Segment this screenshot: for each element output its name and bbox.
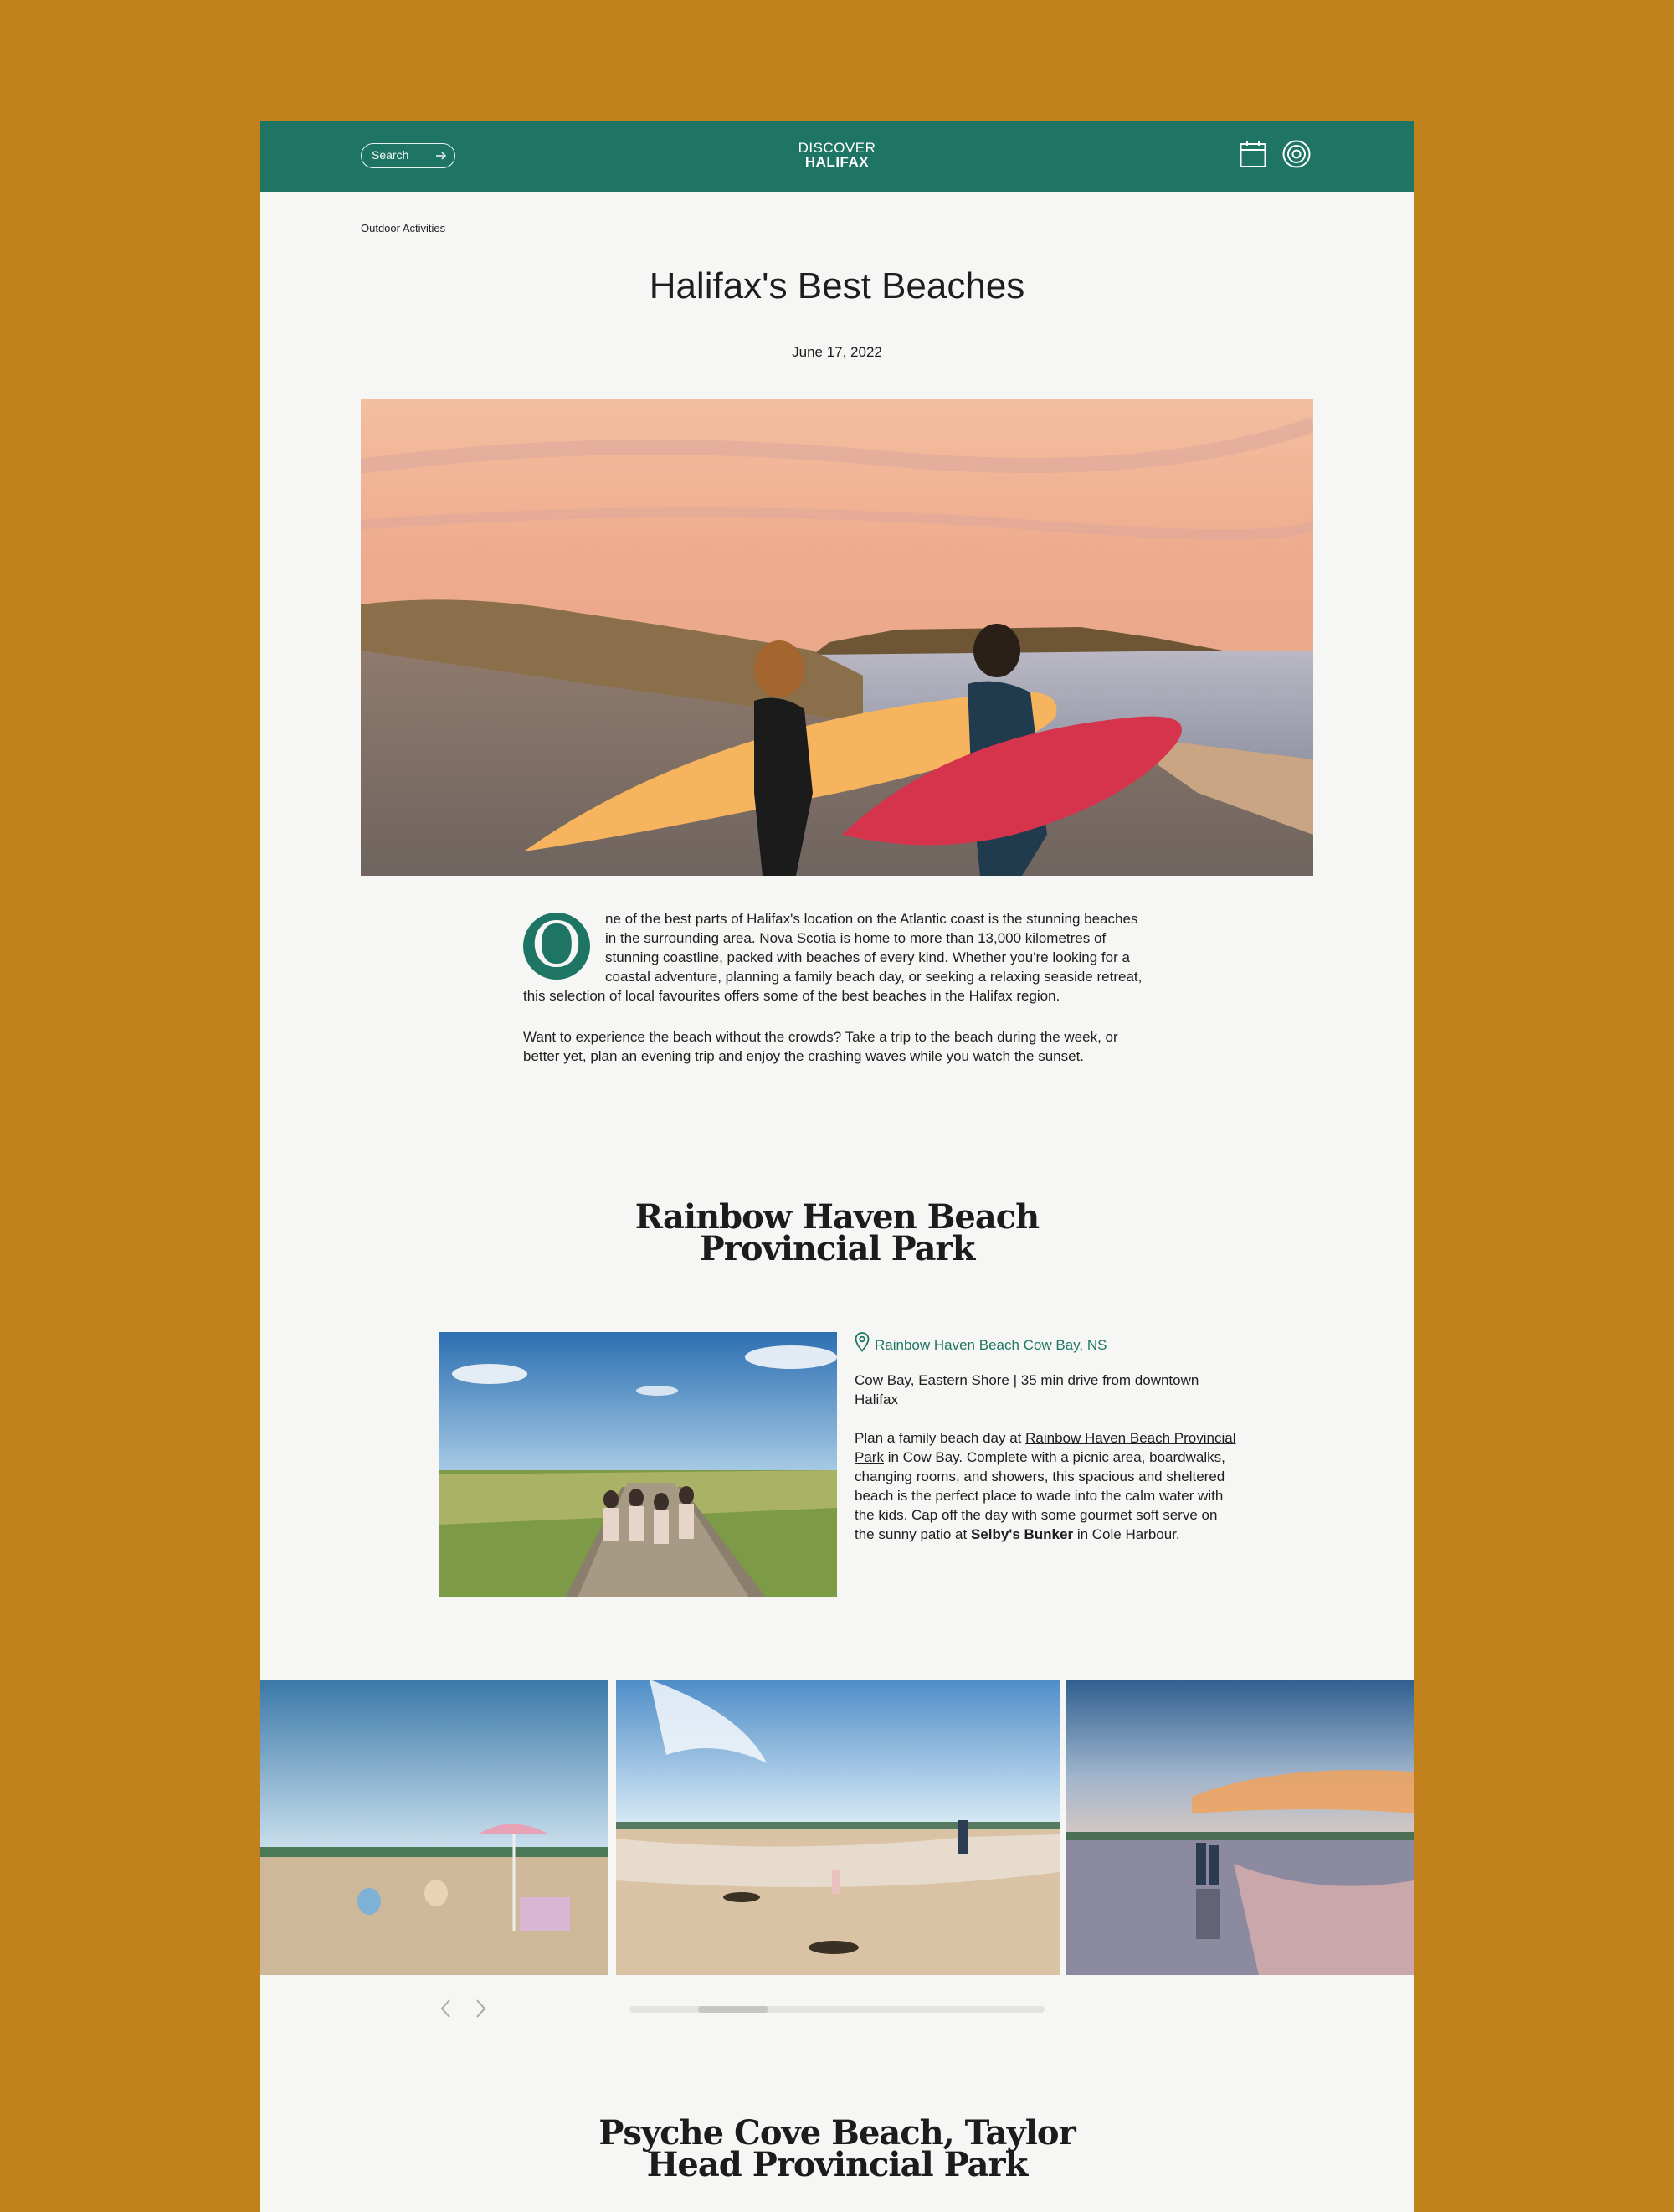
watch-sunset-link[interactable]: watch the sunset (973, 1048, 1081, 1064)
target-icon[interactable] (1282, 140, 1311, 172)
breadcrumb[interactable]: Outdoor Activities (361, 222, 445, 234)
gallery-image-2[interactable] (616, 1680, 1060, 1975)
hero-image (361, 399, 1313, 876)
article-intro: One of the best parts of Halifax's locat… (523, 909, 1147, 1088)
rainbow-haven-info: Rainbow Haven Beach Cow Bay, NS Cow Bay,… (855, 1332, 1240, 1563)
intro-text-1: ne of the best parts of Halifax's locati… (523, 911, 1143, 1004)
intro-paragraph-1: One of the best parts of Halifax's locat… (523, 909, 1147, 1006)
selbys-bunker: Selby's Bunker (970, 1526, 1074, 1542)
beach-description: Plan a family beach day at Rainbow Haven… (855, 1428, 1240, 1544)
drop-cap: O (523, 913, 590, 980)
desc-text-1: Plan a family beach day at (855, 1430, 1026, 1446)
gallery-next-button[interactable] (473, 1997, 488, 2024)
gallery-prev-button[interactable] (439, 1997, 454, 2024)
gallery-image-3[interactable] (1066, 1680, 1414, 1975)
desc-text-3: in Cole Harbour. (1073, 1526, 1180, 1542)
location-label: Rainbow Haven Beach Cow Bay, NS (875, 1336, 1107, 1353)
intro-paragraph-2: Want to experience the beach without the… (523, 1027, 1147, 1066)
publish-date: June 17, 2022 (792, 344, 882, 360)
map-pin-icon (855, 1332, 875, 1357)
intro-text-2b: . (1080, 1048, 1085, 1064)
section-title-rainbow-haven: Rainbow Haven Beach Provincial Park (260, 1201, 1414, 1268)
gallery-scrollbar[interactable] (629, 2006, 1045, 2013)
section-title-line2: Provincial Park (699, 1229, 976, 1268)
drive-info: Cow Bay, Eastern Shore | 35 min drive fr… (855, 1372, 1199, 1407)
site-header: Search DISCOVER HALIFAX (260, 121, 1414, 192)
gallery-scrollbar-thumb[interactable] (698, 2006, 768, 2013)
gallery-image-1[interactable] (260, 1680, 608, 1975)
page: Search DISCOVER HALIFAX Outdoor Activiti… (260, 121, 1414, 2212)
location-link[interactable]: Rainbow Haven Beach Cow Bay, NS (855, 1332, 1240, 1357)
chevron-right-icon (473, 1999, 488, 2024)
chevron-left-icon (439, 1999, 454, 2024)
section-title-psyche-cove: Psyche Cove Beach, Taylor Head Provincia… (260, 2117, 1414, 2184)
section2-title-line2: Head Provincial Park (646, 2145, 1029, 2184)
page-title: Halifax's Best Beaches (649, 265, 1025, 306)
rainbow-haven-photo (439, 1332, 837, 1597)
calendar-icon[interactable] (1240, 140, 1266, 172)
